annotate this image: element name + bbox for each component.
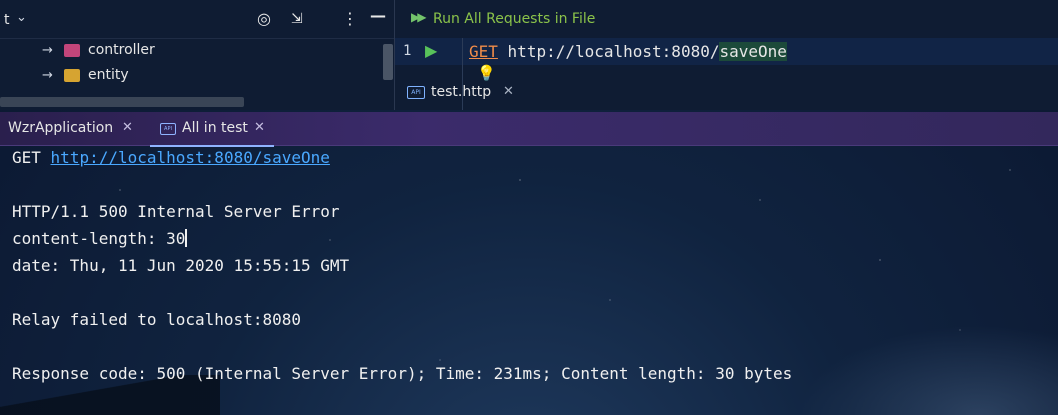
horizontal-scrollbar[interactable] bbox=[0, 97, 244, 107]
editor-pane: ▶▶ Run All Requests in File 1 ▶ GET http… bbox=[394, 0, 1058, 110]
vertical-scrollbar[interactable] bbox=[383, 44, 393, 80]
api-file-icon: API bbox=[407, 86, 425, 99]
run-icon[interactable]: ▶ bbox=[425, 41, 437, 60]
request-line[interactable]: GET http://localhost:8080/saveOne bbox=[469, 42, 787, 61]
request-link[interactable]: http://localhost:8080/saveOne bbox=[51, 148, 330, 167]
project-title: t bbox=[4, 12, 10, 28]
http-method: GET bbox=[469, 42, 498, 61]
header-date: date: Thu, 11 Jun 2020 15:55:15 GMT bbox=[12, 256, 350, 275]
lightbulb-icon[interactable]: 💡 bbox=[477, 64, 496, 82]
chevron-right-icon[interactable]: → bbox=[42, 68, 53, 83]
more-vert-icon[interactable]: ⋮ bbox=[342, 9, 358, 28]
run-all-label: Run All Requests in File bbox=[433, 11, 596, 27]
close-icon[interactable]: ✕ bbox=[122, 120, 133, 135]
tab-label: WzrApplication bbox=[8, 120, 114, 136]
request-line: GET http://localhost:8080/saveOne bbox=[12, 148, 330, 167]
tree-item-label: controller bbox=[88, 42, 155, 58]
tree-item-controller[interactable]: → controller bbox=[42, 41, 342, 63]
tool-window-tabs: WzrApplication ✕ API All in test ✕ bbox=[0, 112, 1058, 147]
chevron-down-icon[interactable]: ⌄ bbox=[16, 10, 27, 25]
response-summary: Response code: 500 (Internal Server Erro… bbox=[12, 364, 793, 383]
close-icon[interactable]: ✕ bbox=[254, 120, 265, 135]
background-cloud bbox=[798, 325, 1058, 415]
tab-wzrapplication[interactable]: WzrApplication ✕ bbox=[0, 112, 150, 145]
target-icon[interactable]: ◎ bbox=[257, 9, 271, 28]
tree-item-entity[interactable]: → entity bbox=[42, 66, 342, 88]
folder-icon bbox=[64, 44, 80, 57]
run-all-icon: ▶▶ bbox=[411, 10, 427, 24]
chevron-right-icon[interactable]: → bbox=[42, 43, 53, 58]
code-line[interactable]: 1 ▶ GET http://localhost:8080/saveOne bbox=[395, 38, 1058, 65]
minimize-icon[interactable]: — bbox=[370, 6, 386, 25]
request-url-highlight: saveOne bbox=[719, 42, 787, 61]
header-text: content-length: 30 bbox=[12, 229, 186, 248]
text-caret bbox=[185, 229, 188, 247]
tree-item-label: entity bbox=[88, 67, 129, 83]
folder-icon bbox=[64, 69, 80, 82]
editor-tab-label: test.http bbox=[431, 84, 492, 100]
api-file-icon: API bbox=[160, 123, 176, 135]
tab-label: All in test bbox=[182, 120, 248, 136]
project-pane: t ⌄ ◎ ⇲ ⋮ — → controller → entity bbox=[0, 0, 394, 110]
request-url: http://localhost:8080/ bbox=[507, 42, 720, 61]
relay-message: Relay failed to localhost:8080 bbox=[12, 310, 301, 329]
project-pane-header: t ⌄ ◎ ⇲ ⋮ — bbox=[0, 0, 394, 39]
status-line: HTTP/1.1 500 Internal Server Error bbox=[12, 202, 340, 221]
request-method: GET bbox=[12, 148, 41, 167]
collapse-icon[interactable]: ⇲ bbox=[291, 11, 303, 27]
header-content-length: content-length: 30 bbox=[12, 229, 188, 248]
tab-all-in-test[interactable]: API All in test ✕ bbox=[150, 112, 274, 147]
close-icon[interactable]: ✕ bbox=[503, 84, 514, 99]
line-number: 1 bbox=[403, 43, 412, 59]
